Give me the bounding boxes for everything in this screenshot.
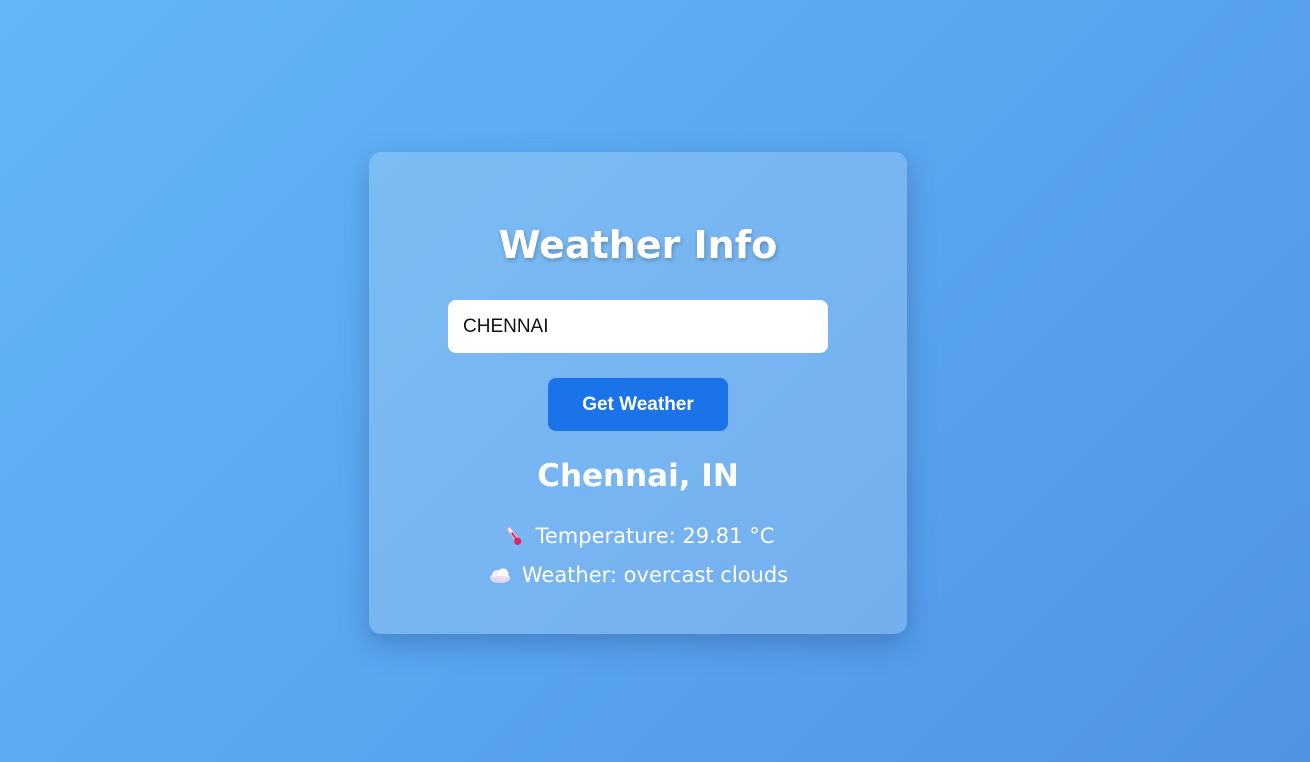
weather-row: Weather: overcast clouds bbox=[369, 561, 907, 589]
thermometer-icon bbox=[502, 524, 526, 548]
weather-card: Weather Info Get Weather Chennai, IN Tem… bbox=[369, 152, 907, 634]
get-weather-button[interactable]: Get Weather bbox=[548, 378, 728, 431]
cloud-icon bbox=[488, 563, 512, 587]
page-title: Weather Info bbox=[498, 223, 778, 267]
weather-text: Weather: overcast clouds bbox=[521, 563, 789, 587]
temperature-text: Temperature: 29.81 °C bbox=[535, 524, 775, 548]
temperature-row: Temperature: 29.81 °C bbox=[369, 522, 907, 550]
city-input[interactable] bbox=[448, 300, 828, 353]
location-heading: Chennai, IN bbox=[537, 458, 739, 494]
